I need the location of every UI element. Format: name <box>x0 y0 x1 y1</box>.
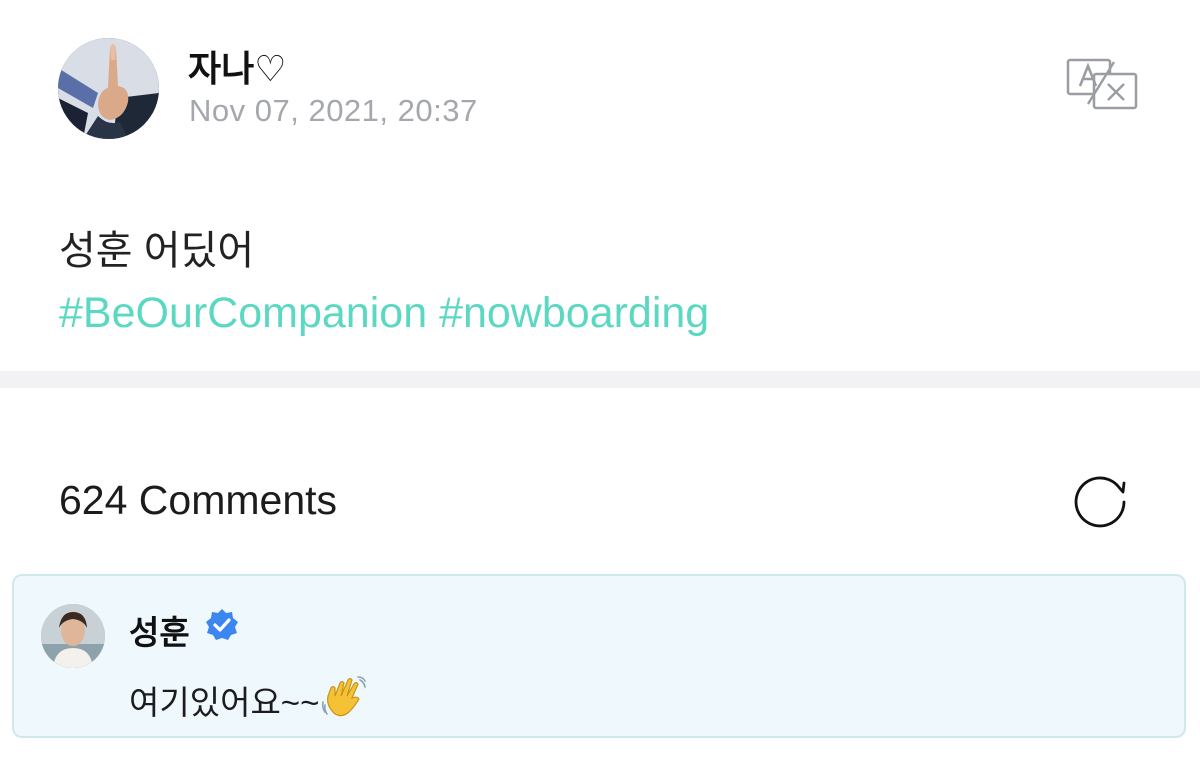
commenter-name[interactable]: 성훈 <box>129 606 190 654</box>
author-name[interactable]: 자나♡ <box>188 40 287 92</box>
comment-text: 여기있어요~~ <box>129 674 367 724</box>
hashtag-link[interactable]: #nowboarding <box>439 289 709 337</box>
commenter-avatar[interactable] <box>41 604 105 668</box>
hashtag-link[interactable]: #BeOurCompanion <box>59 289 427 337</box>
section-divider <box>0 371 1200 388</box>
hashtag-list: #BeOurCompanion #nowboarding <box>59 289 709 338</box>
refresh-icon <box>1074 476 1126 528</box>
translate-icon <box>1066 58 1138 110</box>
pointing-finger-avatar-icon <box>58 38 159 139</box>
verified-badge-icon <box>206 609 238 640</box>
post-header: 자나♡ Nov 07, 2021, 20:37 <box>58 38 1158 140</box>
translate-button[interactable] <box>1066 58 1138 110</box>
author-avatar[interactable] <box>58 38 159 139</box>
refresh-comments-button[interactable] <box>1070 472 1132 532</box>
post-timestamp: Nov 07, 2021, 20:37 <box>189 93 478 128</box>
pinned-comment[interactable]: 성훈 여기있어요~~ <box>12 574 1186 738</box>
comment-message: 여기있어요~~ <box>129 684 320 721</box>
post-body: 성훈 어딨어 <box>59 229 255 273</box>
person-avatar-icon <box>41 604 105 668</box>
waving-hand-icon <box>322 676 367 717</box>
comments-count: 624 Comments <box>59 477 338 523</box>
